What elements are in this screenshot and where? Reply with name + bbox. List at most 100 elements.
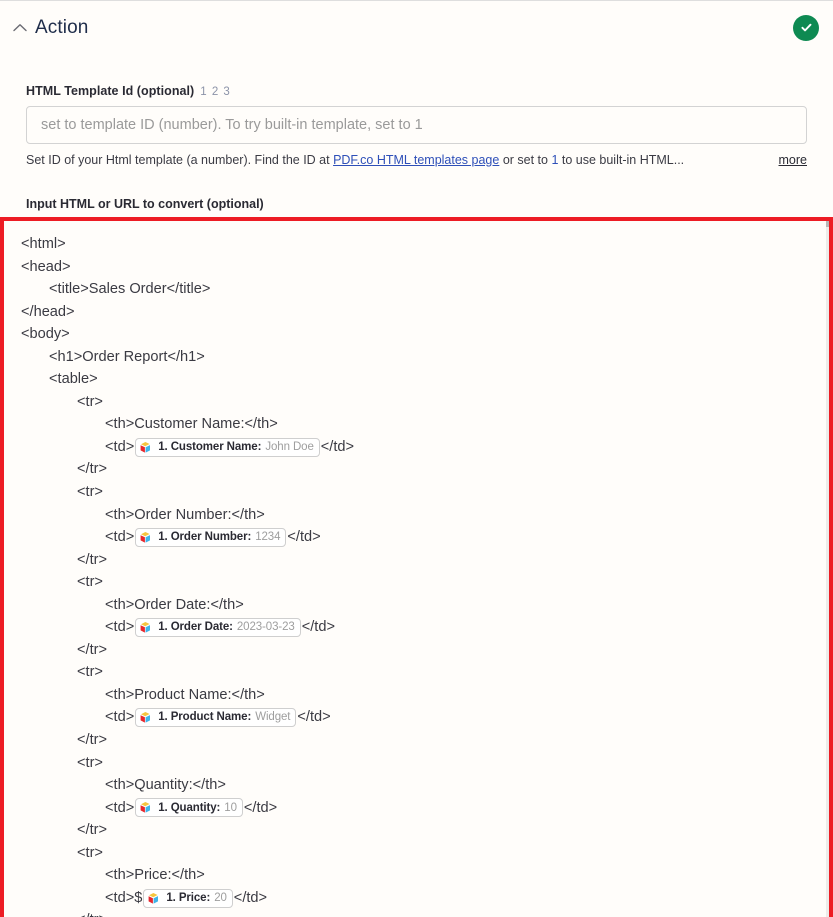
code-text: <tr> — [77, 844, 103, 861]
form-body: HTML Template Id (optional) 1 2 3 Set ID… — [0, 84, 833, 211]
merge-field-chip[interactable]: 1. Order Number: 1234 — [135, 527, 287, 547]
code-text: <table> — [49, 371, 98, 388]
code-line: </head> — [4, 301, 829, 324]
help-middle: or set to — [499, 153, 552, 167]
code-text: </tr> — [77, 822, 108, 839]
code-line: <head> — [4, 256, 829, 279]
code-line: <table> — [4, 368, 829, 391]
code-line: </tr> — [4, 729, 829, 752]
code-text: <td> — [105, 799, 135, 816]
template-id-help-text: Set ID of your Html template (a number).… — [26, 153, 767, 167]
merge-field-label: 1. Customer Name: — [158, 440, 262, 453]
code-line: <title>Sales Order</title> — [4, 278, 829, 301]
code-text: <html> — [21, 236, 66, 252]
code-text: <tr> — [77, 393, 103, 410]
html-input-editor[interactable]: <html> <head> <title>Sales Order</title> </… — [0, 217, 833, 917]
template-id-help-row: Set ID of your Html template (a number).… — [26, 153, 807, 167]
merge-field-chip[interactable]: 1. Price: 20 — [143, 888, 233, 908]
merge-field-value: 20 — [214, 891, 227, 904]
merge-field-value: John Doe — [265, 440, 314, 453]
code-line: <h1>Order Report</h1> — [4, 346, 829, 369]
merge-field-chip[interactable]: 1. Customer Name: John Doe — [135, 437, 320, 457]
code-text: <th>Order Number:</th> — [105, 506, 265, 523]
merge-field-value: Widget — [255, 711, 291, 724]
merge-field-label: 1. Quantity: — [158, 801, 221, 814]
code-line: <th>Order Date:</th> — [4, 594, 829, 617]
zapier-app-icon — [140, 712, 151, 723]
code-text: <h1>Order Report</h1> — [49, 348, 205, 365]
merge-field-label: 1. Order Date: — [158, 621, 233, 634]
check-circle-icon — [793, 14, 819, 41]
html-input-label: Input HTML or URL to convert (optional) — [26, 197, 264, 211]
code-text: <td> — [105, 438, 135, 455]
more-link[interactable]: more — [779, 153, 807, 167]
merge-field-value: 2023-03-23 — [236, 621, 295, 634]
code-text: </td> — [233, 889, 268, 906]
code-line: <tr> — [4, 571, 829, 594]
code-line: <body> — [4, 323, 829, 346]
panel-header[interactable]: Action — [0, 1, 833, 54]
merge-field-chip[interactable]: 1. Quantity: 10 — [135, 798, 243, 818]
merge-field-label: 1. Product Name: — [158, 711, 252, 724]
code-line: <th>Product Name:</th> — [4, 684, 829, 707]
code-line: <td> 1. Customer Name: John Doe </td> — [4, 436, 829, 459]
editor-scrollbar-track[interactable] — [826, 221, 829, 917]
code-text: </td> — [243, 799, 278, 816]
editor-scrollbar-thumb[interactable] — [826, 221, 829, 227]
panel-title: Action — [35, 17, 89, 38]
zapier-app-icon — [140, 622, 151, 633]
template-id-label-row: HTML Template Id (optional) 1 2 3 — [26, 84, 807, 98]
zapier-app-icon — [140, 441, 151, 453]
code-text: </td> — [287, 529, 321, 546]
code-text: <th>Price:</th> — [105, 867, 205, 884]
code-text: </td> — [301, 619, 335, 636]
merge-field-label: 1. Order Number: — [158, 531, 252, 544]
action-panel: Action HTML Template Id (optional) 1 2 3… — [0, 0, 833, 917]
chevron-up-icon[interactable] — [10, 18, 30, 38]
zapier-app-icon — [140, 802, 151, 814]
code-line: </tr> — [4, 819, 829, 842]
code-line: </tr> — [4, 458, 829, 481]
code-line: <td> 1. Order Date: 2023-03-23 </td> — [4, 616, 829, 639]
zapier-app-icon — [140, 531, 151, 543]
code-line: <th>Quantity:</th> — [4, 774, 829, 797]
code-text: </tr> — [77, 461, 108, 478]
code-text: <head> — [21, 258, 71, 275]
merge-field-value: 1234 — [255, 531, 281, 544]
merge-field-chip[interactable]: 1. Product Name: Widget — [135, 708, 297, 728]
code-line: <th>Order Number:</th> — [4, 504, 829, 527]
code-text: <th>Order Date:</th> — [105, 596, 244, 613]
code-line: <tr> — [4, 391, 829, 414]
code-text: </tr> — [77, 551, 108, 568]
code-line: <html> — [4, 233, 829, 256]
template-id-label: HTML Template Id (optional) — [26, 84, 195, 98]
code-text: <td> — [105, 709, 135, 726]
code-line: <th>Customer Name:</th> — [4, 413, 829, 436]
code-line: <tr> — [4, 842, 829, 865]
code-line: <tr> — [4, 661, 829, 684]
code-text: </tr> — [77, 641, 108, 658]
code-line: <td>$ 1. Price: 20 </td> — [4, 887, 829, 910]
merge-field-chip[interactable]: 1. Order Date: 2023-03-23 — [135, 618, 301, 638]
code-text: <title>Sales Order</title> — [49, 281, 211, 298]
code-text: </td> — [297, 709, 331, 726]
code-line: <td> 1. Product Name: Widget </td> — [4, 706, 829, 729]
code-line: </tr> — [4, 909, 829, 917]
pdfco-templates-link[interactable]: PDF.co HTML templates page — [333, 153, 499, 167]
code-text: <th>Customer Name:</th> — [105, 416, 278, 433]
code-line-list: <html> <head> <title>Sales Order</title> </… — [4, 221, 829, 917]
code-text: <tr> — [77, 754, 103, 771]
code-text: </tr> — [77, 909, 107, 917]
code-text: <td> — [105, 619, 135, 636]
numeric-type-hint: 1 2 3 — [200, 86, 231, 98]
code-text: <tr> — [77, 484, 103, 501]
code-text: <th>Quantity:</th> — [105, 777, 226, 794]
help-suffix: to use built-in HTML... — [558, 153, 685, 167]
template-id-input[interactable] — [26, 106, 807, 144]
code-line: </tr> — [4, 639, 829, 662]
merge-field-label: 1. Price: — [166, 891, 211, 904]
code-text: <tr> — [77, 664, 103, 681]
code-text: </tr> — [77, 732, 108, 749]
code-line: <td> 1. Quantity: 10 </td> — [4, 797, 829, 820]
code-line: <tr> — [4, 752, 829, 775]
